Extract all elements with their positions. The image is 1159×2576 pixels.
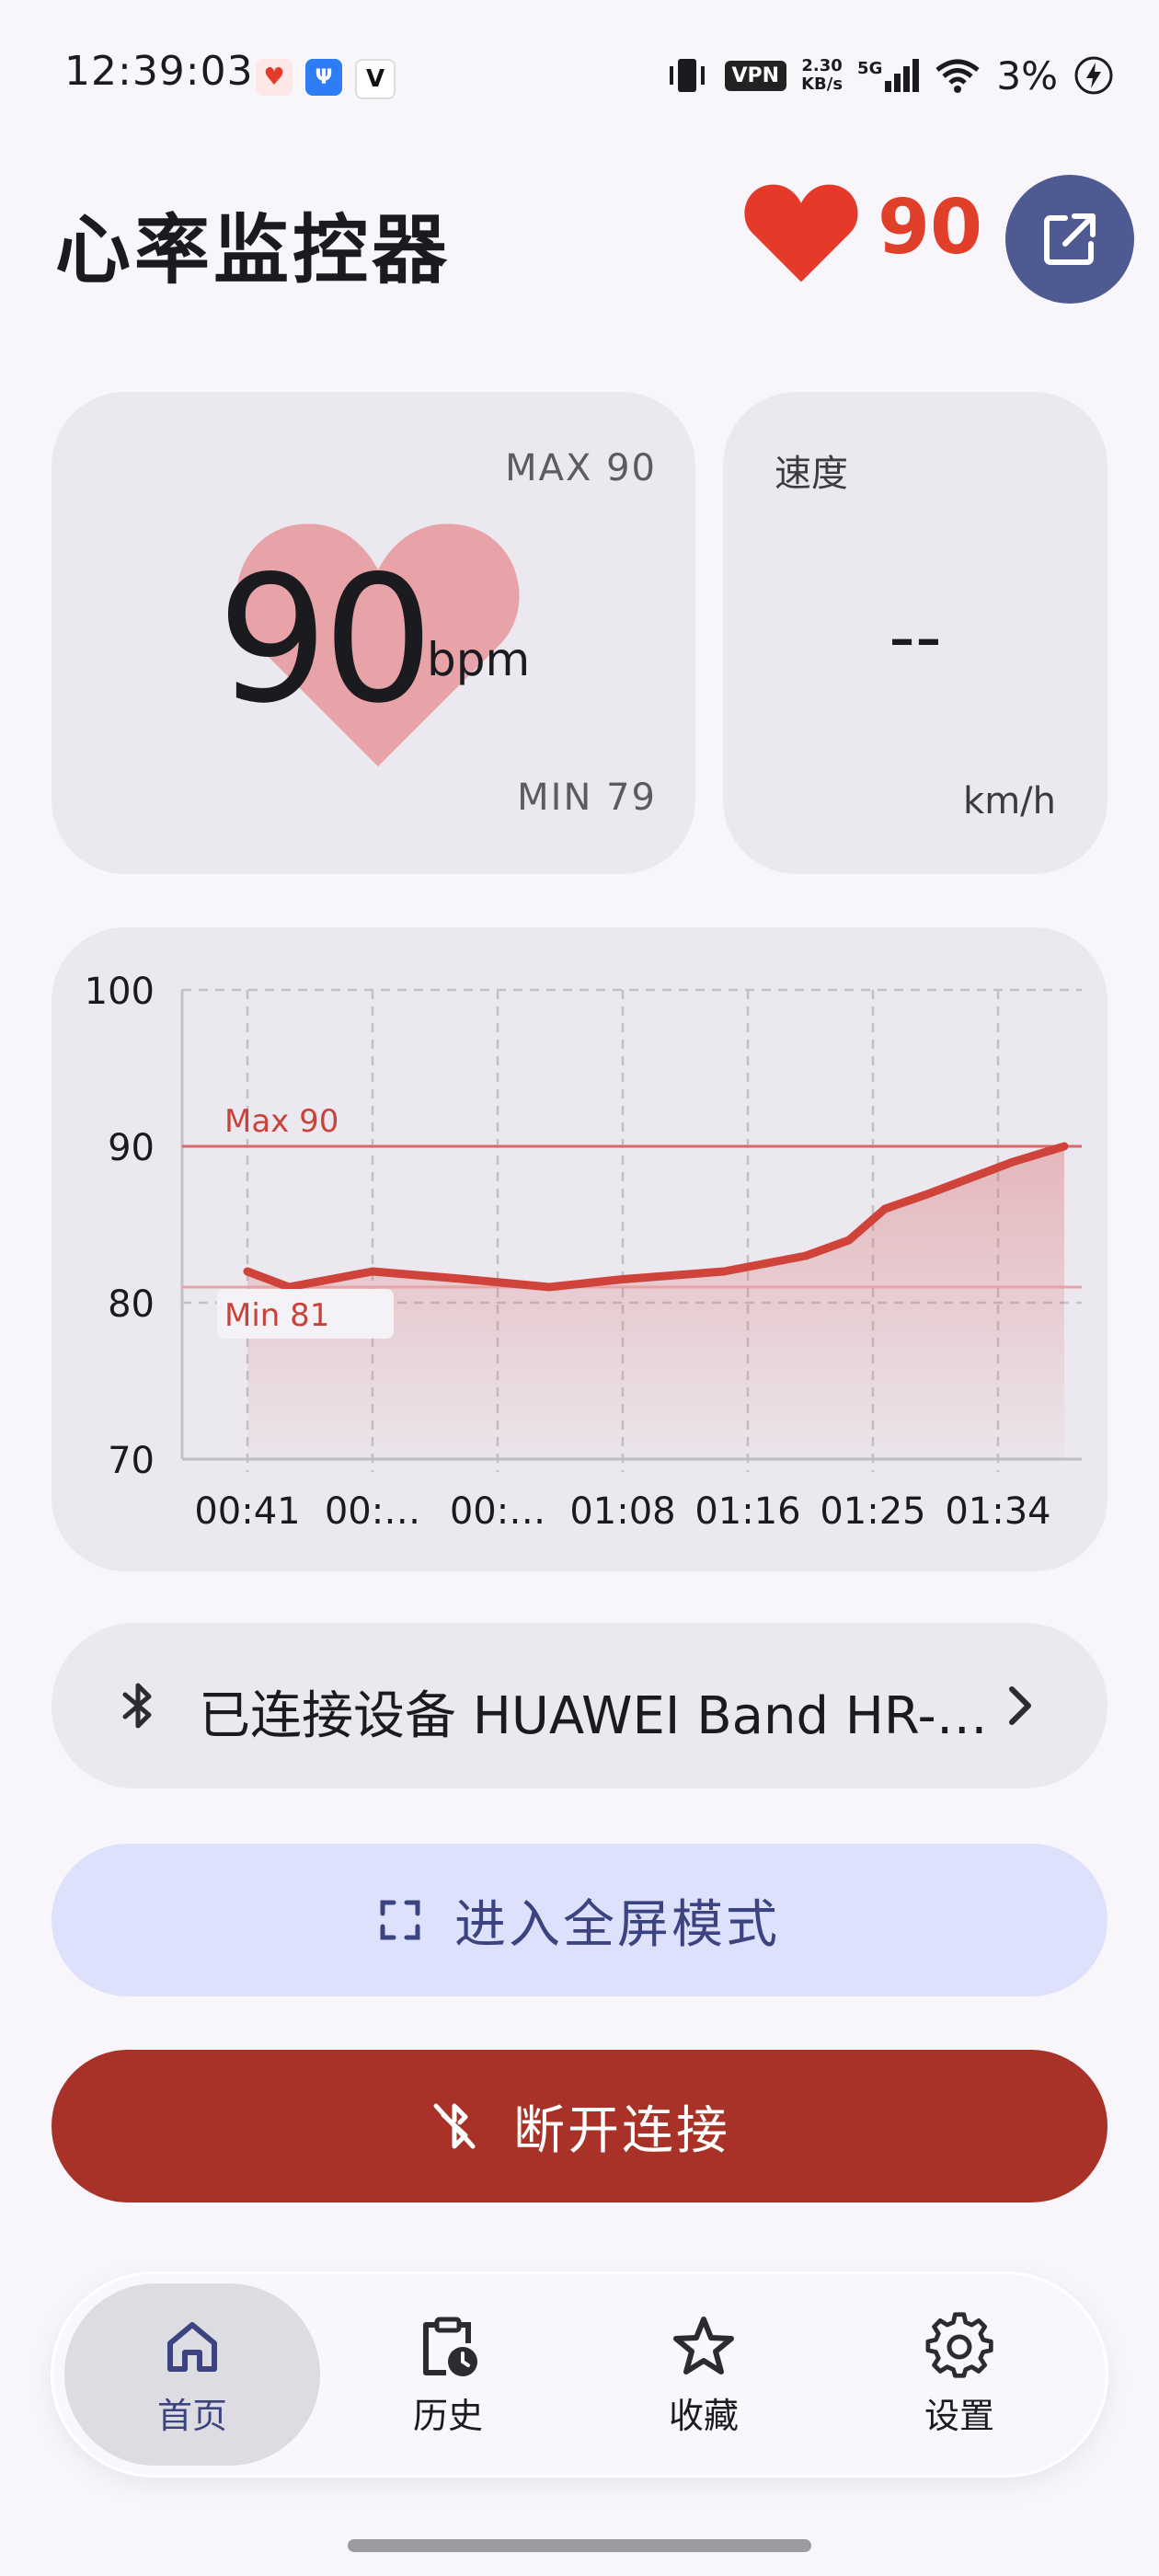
gear-icon (925, 2311, 993, 2378)
speed-unit: KB/s (801, 75, 843, 94)
x-tick-label: 00:… (450, 1490, 545, 1533)
charging-icon (1074, 56, 1113, 95)
nav-label-history: 历史 (412, 2395, 483, 2436)
battery-text: 3% (996, 52, 1058, 98)
status-time: 12:39:03 (64, 48, 254, 95)
connected-device-text: 已连接设备 HUAWEI Band HR-4A5 (199, 1686, 990, 1746)
nav-label-favorites: 收藏 (668, 2395, 739, 2436)
home-icon (167, 2321, 217, 2372)
star-icon (673, 2316, 734, 2375)
page-title: 心率监控器 (55, 207, 452, 294)
header-bpm: 90 (878, 184, 983, 271)
nav-label-settings: 设置 (924, 2395, 994, 2436)
nav-item-settings[interactable]: 设置 (832, 2283, 1087, 2466)
x-tick-label: 01:34 (945, 1490, 1050, 1533)
min-reference-label: Min 81 (224, 1297, 329, 1334)
home-indicator[interactable] (348, 2539, 811, 2552)
heart-icon (744, 184, 858, 282)
x-tick-label: 01:08 (569, 1490, 675, 1533)
history-icon (423, 2317, 477, 2376)
y-tick-label: 70 (108, 1440, 155, 1482)
nav-item-history[interactable]: 历史 (320, 2283, 576, 2466)
bottom-navigation: 首页 历史 收藏 设置 (53, 2274, 1106, 2475)
bluetooth-icon (122, 1683, 152, 1729)
x-tick-label: 00:41 (194, 1490, 300, 1533)
x-tick-label: 01:16 (694, 1490, 800, 1533)
status-bar: 12:39:03 ♥ Ψ V VPN 2.30 KB/s 5G 3% (0, 0, 1159, 156)
x-tick-label: 00:… (325, 1490, 420, 1533)
fullscreen-button[interactable]: 进入全屏模式 (52, 1844, 1107, 1996)
min-label: MIN 79 (517, 776, 657, 819)
nav-item-home[interactable]: 首页 (64, 2283, 320, 2466)
vpn-badge: VPN (724, 60, 787, 91)
speed-label: 速度 (775, 453, 848, 495)
speed-value: 2.30 (801, 56, 843, 75)
heart-rate-card: MAX 90 90 bpm MIN 79 (52, 392, 695, 874)
max-label: MAX 90 (505, 447, 657, 489)
connected-device-row[interactable]: 已连接设备 HUAWEI Band HR-4A5 (52, 1623, 1107, 1788)
vibrate-icon (669, 59, 705, 92)
wifi-icon (935, 59, 980, 93)
usb-icon: Ψ (305, 59, 342, 96)
heart-rate-value: 90 (217, 538, 434, 742)
bluetooth-disabled-icon (433, 2103, 476, 2149)
disconnect-button[interactable]: 断开连接 (52, 2050, 1107, 2202)
speed-unit: km/h (963, 780, 1056, 822)
speed-value: -- (889, 594, 942, 680)
signal-icon: 5G (857, 59, 920, 92)
x-tick-label: 01:25 (820, 1490, 925, 1533)
nav-label-home: 首页 (156, 2395, 227, 2436)
status-right: VPN 2.30 KB/s 5G 3% (664, 48, 1115, 103)
open-external-button[interactable] (1005, 175, 1134, 304)
max-reference-label: Max 90 (224, 1103, 339, 1140)
fullscreen-label: 进入全屏模式 (454, 1894, 780, 1955)
nav-item-favorites[interactable]: 收藏 (576, 2283, 832, 2466)
fullscreen-icon (380, 1900, 420, 1940)
app-v-icon: V (355, 59, 396, 99)
open-external-icon (1044, 213, 1096, 265)
y-tick-label: 80 (108, 1283, 155, 1326)
heart-rate-chart-card: 100 90 80 70 00:41 00:… 00:… 01:08 01:16 01:25 01:… (52, 927, 1107, 1571)
heart-rate-unit: bpm (427, 633, 531, 686)
heart-rate-chart: 100 90 80 70 00:41 00:… 00:… 01:08 01:16 01:25 01:… (85, 971, 1082, 1533)
y-tick-label: 100 (85, 971, 155, 1013)
network-type: 5G (857, 59, 883, 78)
heart-app-icon: ♥ (256, 59, 293, 96)
disconnect-label: 断开连接 (513, 2100, 730, 2161)
speed-card: 速度 -- km/h (723, 392, 1107, 874)
y-tick-label: 90 (108, 1127, 155, 1169)
network-speed: 2.30 KB/s (801, 57, 843, 94)
chevron-right-icon (1009, 1686, 1031, 1725)
